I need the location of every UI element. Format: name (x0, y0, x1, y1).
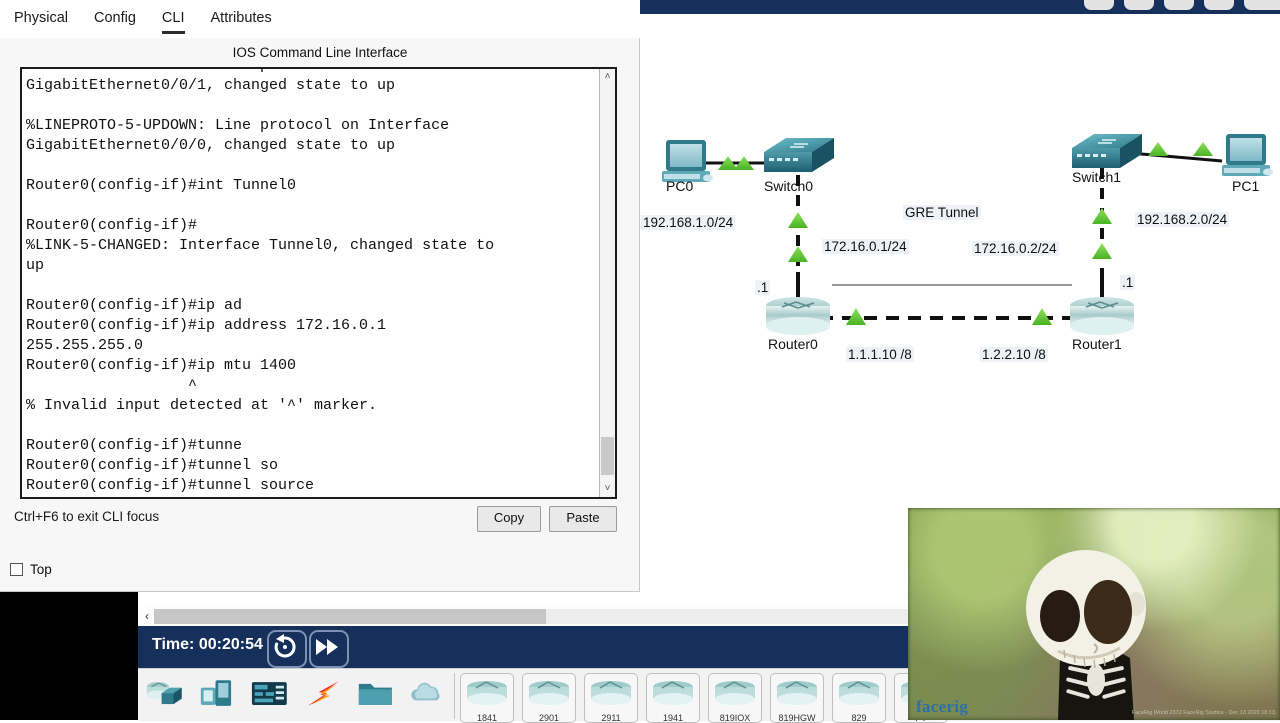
palette-device-label: 819HGW (778, 713, 816, 723)
cli-output-text: %LINEPROTO-5-UPDOWN: Line protocol on In… (26, 69, 495, 494)
label-lan-left: 192.168.1.0/24 (641, 215, 736, 230)
scroll-left-arrow-icon[interactable]: ‹ (140, 606, 154, 626)
device-label-pc0: PC0 (666, 178, 694, 194)
device-configuration-window: Physical Config CLI Attributes IOS Comma… (0, 0, 640, 592)
palette-device-label: 2911 (601, 713, 621, 723)
logical-workspace[interactable]: PC0 Switch0 Switch1 PC1 Router0 Router1 … (640, 0, 1280, 592)
device-icon-router0 (766, 297, 830, 335)
device-label-switch1: Switch1 (1072, 169, 1122, 185)
label-dot1-right: .1 (1120, 275, 1136, 290)
router-icon (591, 681, 631, 705)
palette-device-label: 819IOX (719, 713, 751, 723)
webcam-overlay: facerig FaceRig World 2372 FaceRig Studi… (908, 508, 1280, 720)
palette-divider (454, 673, 455, 719)
network-devices-icon[interactable] (146, 677, 183, 711)
cli-focus-hint: Ctrl+F6 to exit CLI focus (14, 509, 160, 524)
tab-config[interactable]: Config (94, 10, 136, 34)
router-icon (529, 681, 569, 705)
fast-forward-button[interactable] (309, 630, 349, 668)
palette-device-label: 2901 (538, 713, 560, 723)
tab-attributes[interactable]: Attributes (211, 10, 272, 34)
palette-device-2901[interactable]: 2901 (522, 673, 576, 723)
hscroll-thumb[interactable] (154, 609, 546, 624)
label-wan-right: 1.2.2.10 /8 (980, 347, 1048, 362)
router-icon (777, 681, 817, 705)
label-tunnel-ip-right: 172.16.0.2/24 (972, 241, 1059, 256)
device-label-pc1: PC1 (1232, 178, 1260, 194)
palette-device-1841[interactable]: 1841 (460, 673, 514, 723)
scrollbar-thumb[interactable] (601, 437, 614, 475)
connections-icon[interactable] (304, 677, 341, 711)
palette-device-label: 1941 (662, 713, 684, 723)
tab-physical[interactable]: Physical (14, 10, 68, 34)
palette-device-829[interactable]: 829 (832, 673, 886, 723)
scroll-up-arrow-icon[interactable]: ˄ (600, 69, 615, 85)
label-gre-tunnel: GRE Tunnel (903, 205, 981, 220)
reset-icon (274, 634, 296, 658)
palette-device-2911[interactable]: 2911 (584, 673, 638, 723)
device-label-router1: Router1 (1072, 336, 1122, 352)
label-wan-left: 1.1.1.10 /8 (846, 347, 914, 362)
device-label-switch0: Switch0 (764, 178, 814, 194)
label-dot1-left: .1 (755, 280, 771, 295)
palette-device-819hgw[interactable]: 819HGW (770, 673, 824, 723)
cli-vertical-scrollbar[interactable]: ˄ ˅ (599, 69, 615, 497)
copy-button[interactable]: Copy (477, 506, 541, 532)
panel-title: IOS Command Line Interface (232, 45, 408, 60)
multiuser-cloud-icon[interactable] (409, 677, 446, 711)
label-lan-right: 192.168.2.0/24 (1135, 212, 1230, 227)
palette-device-819iox[interactable]: 819IOX (708, 673, 762, 723)
router-icon (839, 681, 879, 705)
facerig-logo: facerig (916, 697, 969, 716)
top-checkbox-label: Top (30, 562, 52, 577)
device-icon-switch1 (1072, 134, 1142, 168)
reset-time-button[interactable] (267, 630, 307, 668)
device-list[interactable]: 1841 2901 2911 1941 819IOX 819HGW 829 (460, 673, 948, 723)
end-devices-icon[interactable] (199, 677, 236, 711)
router-icon (715, 681, 755, 705)
scroll-down-arrow-icon[interactable]: ˅ (600, 481, 615, 497)
simulation-time-label: Time: 00:20:54 (152, 636, 263, 653)
miscellaneous-icon[interactable] (357, 677, 394, 711)
top-checkbox-row[interactable]: Top (10, 562, 52, 577)
skeleton-avatar (1026, 550, 1146, 720)
bottom-left-black-area (0, 592, 138, 720)
device-icon-router1 (1070, 297, 1134, 335)
device-icon-pc1 (1222, 134, 1273, 176)
label-tunnel-ip-left: 172.16.0.1/24 (822, 239, 909, 254)
cli-terminal[interactable]: %LINEPROTO-5-UPDOWN: Line protocol on In… (20, 67, 617, 499)
fast-forward-icon (316, 639, 338, 655)
device-category-bar[interactable] (146, 671, 446, 721)
paste-button[interactable]: Paste (549, 506, 617, 532)
device-tab-bar: Physical Config CLI Attributes (0, 0, 640, 38)
palette-device-label: 829 (851, 713, 867, 723)
palette-device-1941[interactable]: 1941 (646, 673, 700, 723)
device-icon-switch0 (764, 138, 834, 172)
components-icon[interactable] (251, 677, 288, 711)
router-icon (467, 681, 507, 705)
device-icon-pc0 (662, 140, 713, 182)
webcam-caption: FaceRig World 2372 FaceRig Studios - Dec… (1131, 710, 1275, 716)
tab-cli[interactable]: CLI (161, 10, 185, 34)
top-checkbox[interactable] (10, 563, 23, 576)
router-icon (653, 681, 693, 705)
palette-device-label: 1841 (476, 713, 498, 723)
device-label-router0: Router0 (768, 336, 818, 352)
